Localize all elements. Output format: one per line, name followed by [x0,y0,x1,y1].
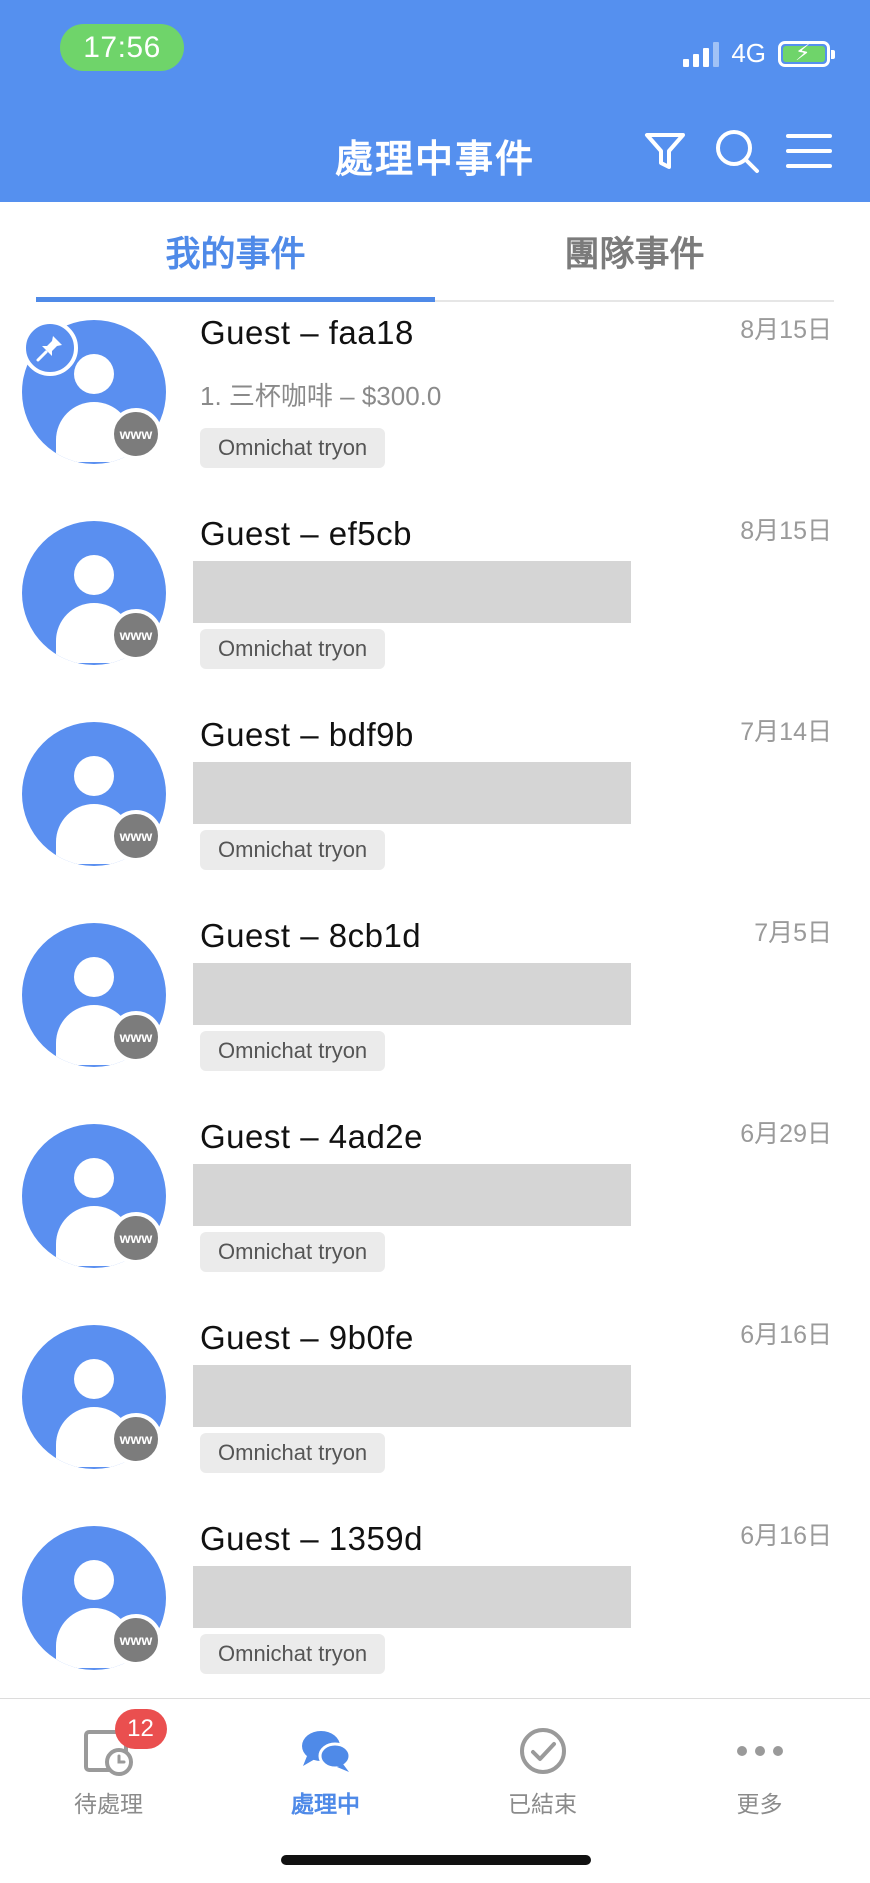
conversation-date: 8月15日 [740,517,832,545]
channel-tag: Omnichat tryon [200,629,386,669]
header-actions [642,128,832,174]
channel-badge: www [110,1011,162,1063]
nav-label: 待處理 [74,1791,143,1817]
conversation-date: 6月29日 [740,1120,832,1148]
nav-in-progress[interactable]: 處理中 [217,1699,434,1819]
chat-bubbles-icon [298,1723,354,1779]
nav-more[interactable]: 更多 [651,1699,868,1819]
conversation-date: 8月15日 [740,316,832,344]
channel-badge: www [110,1212,162,1264]
list-item[interactable]: www Guest – bdf9b 7月14日 Omnichat tryon [0,704,870,905]
conversation-name: Guest – 9b0fe [200,1319,414,1356]
conversation-name: Guest – faa18 [200,314,414,351]
channel-badge: www [110,1413,162,1465]
nav-label: 處理中 [291,1791,360,1817]
redacted-preview [193,963,631,1025]
redacted-preview [193,561,631,623]
conversation-date: 7月5日 [754,919,832,947]
search-icon[interactable] [714,128,760,174]
conversation-name: Guest – ef5cb [200,515,412,552]
app-header: 17:56 4G ⚡ 處理中事件 [0,0,870,202]
channel-tag: Omnichat tryon [200,428,386,468]
conversation-date: 6月16日 [740,1321,832,1349]
battery-icon: ⚡ [778,40,835,67]
signal-icon [683,41,720,67]
channel-badge: www [110,1614,162,1666]
clock-calendar-icon: 12 [81,1709,167,1779]
home-indicator [281,1855,591,1865]
list-item[interactable]: www Guest – faa18 8月15日 1. 三杯咖啡 – $300.0… [0,302,870,503]
menu-icon[interactable] [786,128,832,174]
redacted-preview [193,1365,631,1427]
network-type: 4G [731,38,766,68]
filter-icon[interactable] [642,128,688,174]
conversation-list: www Guest – faa18 8月15日 1. 三杯咖啡 – $300.0… [0,302,870,1709]
tab-team-events[interactable]: 團隊事件 [435,202,834,300]
redacted-preview [193,762,631,824]
channel-tag: Omnichat tryon [200,1232,386,1272]
list-item[interactable]: www Guest – 8cb1d 7月5日 Omnichat tryon [0,905,870,1106]
tab-my-events[interactable]: 我的事件 [36,202,435,302]
pending-count-badge: 12 [114,1709,167,1749]
channel-tag: Omnichat tryon [200,1031,386,1071]
list-item[interactable]: www Guest – 9b0fe 6月16日 Omnichat tryon [0,1307,870,1508]
status-indicators: 4G ⚡ [683,38,835,69]
channel-badge: www [110,609,162,661]
conversation-name: Guest – 1359d [200,1520,423,1557]
conversation-date: 6月16日 [740,1522,832,1550]
redacted-preview [193,1566,631,1628]
conversation-name: Guest – 4ad2e [200,1118,423,1155]
list-item[interactable]: www Guest – ef5cb 8月15日 Omnichat tryon [0,503,870,704]
nav-label: 更多 [736,1791,783,1817]
nav-closed[interactable]: 已結束 [434,1699,651,1819]
pin-icon [22,320,78,376]
channel-tag: Omnichat tryon [200,1433,386,1473]
more-dots-icon [732,1723,788,1779]
channel-badge: www [110,810,162,862]
check-circle-icon [515,1723,571,1779]
message-preview: 1. 三杯咖啡 – $300.0 [200,381,442,411]
nav-label: 已結束 [508,1791,577,1817]
list-item[interactable]: www Guest – 1359d 6月16日 Omnichat tryon [0,1508,870,1709]
status-time: 17:56 [60,24,184,71]
list-item[interactable]: www Guest – 4ad2e 6月29日 Omnichat tryon [0,1106,870,1307]
event-tabs: 我的事件 團隊事件 [36,202,834,302]
channel-badge: www [110,408,162,460]
channel-tag: Omnichat tryon [200,1634,386,1674]
channel-tag: Omnichat tryon [200,830,386,870]
conversation-name: Guest – bdf9b [200,716,414,753]
conversation-date: 7月14日 [740,718,832,746]
conversation-name: Guest – 8cb1d [200,917,422,954]
redacted-preview [193,1164,631,1226]
nav-pending[interactable]: 12 待處理 [0,1699,217,1819]
